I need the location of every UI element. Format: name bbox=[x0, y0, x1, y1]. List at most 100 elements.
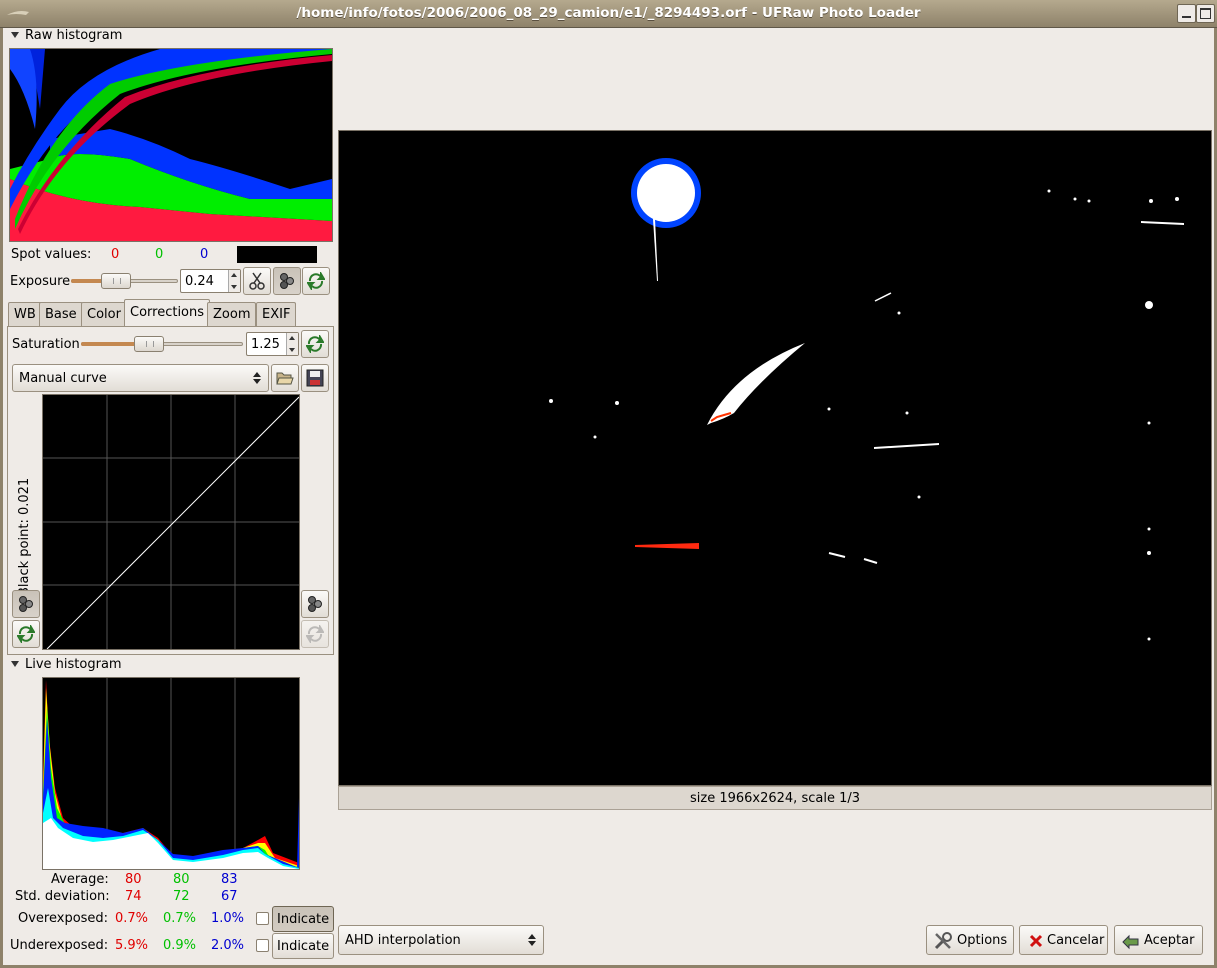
tools-icon bbox=[934, 932, 952, 950]
accept-button[interactable]: Aceptar bbox=[1114, 925, 1203, 955]
live-histogram-label: Live histogram bbox=[25, 657, 122, 672]
raw-histogram bbox=[9, 48, 333, 242]
exposure-spinner[interactable]: 0.24 bbox=[180, 269, 241, 293]
indicate-underexposed-checkbox[interactable] bbox=[256, 939, 269, 952]
tab-color[interactable]: Color bbox=[81, 302, 127, 326]
gears-icon bbox=[308, 596, 322, 612]
close-icon bbox=[1029, 934, 1043, 948]
exposure-value: 0.24 bbox=[185, 274, 214, 289]
saturation-label: Saturation bbox=[12, 337, 80, 352]
expander-triangle-icon bbox=[11, 660, 19, 667]
exposure-label: Exposure bbox=[10, 274, 71, 289]
tab-label: Color bbox=[87, 307, 121, 322]
auto-exposure-clip-button[interactable] bbox=[243, 267, 271, 295]
spinner-arrows-icon[interactable] bbox=[228, 270, 240, 292]
spot-color-swatch bbox=[237, 246, 317, 263]
title-bar[interactable]: /home/info/fotos/2006/2006_08_29_camion/… bbox=[0, 0, 1217, 28]
black-point-label: Black point: 0.021 bbox=[17, 477, 32, 596]
tab-label: Corrections bbox=[130, 305, 205, 320]
window-title: /home/info/fotos/2006/2006_08_29_camion/… bbox=[296, 5, 921, 21]
cancel-button[interactable]: Cancelar bbox=[1019, 925, 1108, 955]
auto-black-point-button[interactable] bbox=[12, 590, 40, 618]
underexposed-red: 5.9% bbox=[115, 938, 149, 953]
saturation-slider[interactable] bbox=[81, 335, 243, 353]
indicate-overexposed-checkbox[interactable] bbox=[256, 912, 269, 925]
cancel-label: Cancelar bbox=[1047, 933, 1105, 948]
folder-open-icon bbox=[276, 372, 294, 385]
spot-value-red: 0 bbox=[111, 247, 120, 262]
interpolation-select[interactable]: AHD interpolation bbox=[338, 925, 544, 955]
slider-thumb[interactable] bbox=[134, 336, 165, 352]
tab-corrections[interactable]: Corrections bbox=[124, 299, 211, 327]
average-blue: 83 bbox=[221, 872, 238, 887]
refresh-icon bbox=[307, 272, 325, 290]
tab-label: WB bbox=[14, 307, 36, 322]
live-histogram bbox=[42, 677, 300, 870]
average-label: Average: bbox=[51, 872, 109, 887]
maximize-button[interactable] bbox=[1196, 4, 1215, 23]
reset-saturation-button[interactable] bbox=[301, 330, 329, 358]
std-deviation-label: Std. deviation: bbox=[15, 889, 110, 904]
options-button[interactable]: Options bbox=[926, 925, 1014, 955]
underexposed-green: 0.9% bbox=[163, 938, 197, 953]
select-arrows-icon bbox=[528, 933, 536, 947]
std-blue: 67 bbox=[221, 889, 238, 904]
average-green: 80 bbox=[173, 872, 190, 887]
tab-zoom[interactable]: Zoom bbox=[207, 302, 257, 326]
tab-wb[interactable]: WB bbox=[8, 302, 42, 326]
tab-label: EXIF bbox=[262, 307, 291, 322]
overexposed-label: Overexposed: bbox=[18, 911, 109, 926]
tab-label: Zoom bbox=[213, 307, 251, 322]
exposure-slider[interactable] bbox=[71, 272, 178, 290]
refresh-icon bbox=[306, 625, 324, 643]
raw-histogram-label: Raw histogram bbox=[25, 28, 123, 43]
open-curve-button[interactable] bbox=[271, 364, 299, 392]
average-red: 80 bbox=[125, 872, 142, 887]
underexposed-label: Underexposed: bbox=[10, 938, 109, 953]
reset-curve-button[interactable] bbox=[301, 620, 329, 648]
overexposed-red: 0.7% bbox=[115, 911, 149, 926]
curve-editor[interactable] bbox=[42, 394, 300, 650]
spot-value-blue: 0 bbox=[200, 247, 209, 262]
scissors-icon bbox=[249, 272, 265, 290]
spot-value-green: 0 bbox=[155, 247, 164, 262]
live-histogram-expander[interactable]: Live histogram bbox=[11, 657, 122, 672]
indicate-overexposed-button[interactable]: Indicate bbox=[272, 906, 335, 932]
overexposed-blue: 1.0% bbox=[211, 911, 245, 926]
curve-select[interactable]: Manual curve bbox=[12, 364, 269, 392]
options-label: Options bbox=[957, 933, 1008, 948]
auto-curve-button[interactable] bbox=[301, 590, 329, 618]
minimize-button[interactable] bbox=[1177, 4, 1196, 23]
tab-base[interactable]: Base bbox=[39, 302, 83, 326]
reset-exposure-button[interactable] bbox=[302, 267, 330, 295]
preview-image bbox=[339, 131, 1211, 785]
std-red: 74 bbox=[125, 889, 142, 904]
refresh-icon bbox=[306, 335, 324, 353]
curve-select-value: Manual curve bbox=[19, 371, 107, 386]
window-frame bbox=[0, 28, 3, 968]
save-icon bbox=[306, 369, 324, 387]
reset-black-point-button[interactable] bbox=[12, 620, 40, 648]
save-curve-button[interactable] bbox=[301, 364, 329, 392]
gears-icon bbox=[19, 596, 33, 612]
button-label: Indicate bbox=[277, 939, 330, 954]
saturation-value: 1.25 bbox=[251, 337, 280, 352]
apply-icon bbox=[1122, 934, 1139, 950]
raw-histogram-expander[interactable]: Raw histogram bbox=[11, 28, 122, 43]
accept-label: Aceptar bbox=[1144, 933, 1195, 948]
spot-values-label: Spot values: bbox=[11, 247, 92, 262]
image-preview[interactable] bbox=[338, 130, 1212, 786]
spinner-arrows-icon[interactable] bbox=[286, 333, 298, 355]
refresh-icon bbox=[17, 625, 35, 643]
tab-label: Base bbox=[45, 307, 77, 322]
tab-exif[interactable]: EXIF bbox=[256, 302, 297, 326]
overexposed-green: 0.7% bbox=[163, 911, 197, 926]
saturation-spinner[interactable]: 1.25 bbox=[246, 332, 299, 356]
slider-thumb[interactable] bbox=[100, 273, 131, 289]
auto-exposure-button[interactable] bbox=[273, 267, 301, 295]
raw-histogram-graph bbox=[10, 49, 332, 241]
button-label: Indicate bbox=[277, 912, 330, 927]
indicate-underexposed-button[interactable]: Indicate bbox=[272, 933, 335, 959]
std-green: 72 bbox=[173, 889, 190, 904]
gears-icon bbox=[280, 273, 294, 289]
